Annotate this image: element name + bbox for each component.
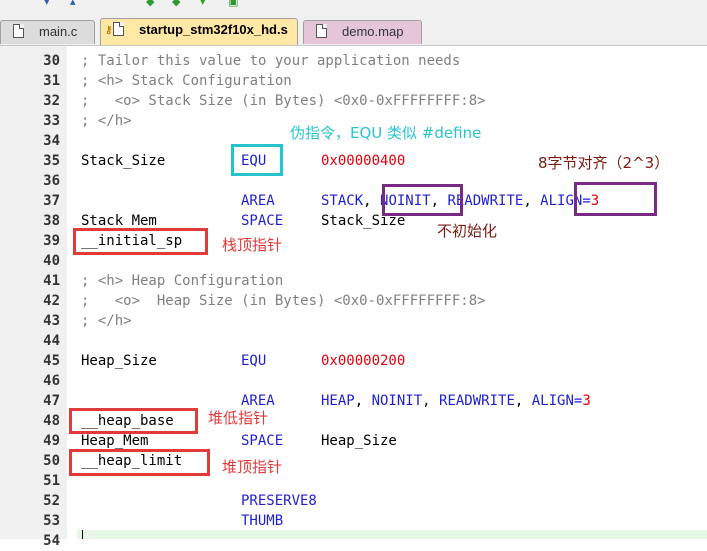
line-number: 50 [43,453,60,469]
heap-base-annotation: 堆低指针 [208,409,269,427]
line-number: 35 [43,153,60,169]
code-comment: ; <h> Heap Configuration [81,273,284,289]
heap-limit-annotation: 堆顶指针 [222,458,283,476]
line-number: 33 [43,113,60,129]
line-number: 49 [43,433,60,449]
file-icon [113,22,124,36]
line-number: 38 [43,213,60,229]
line-number: 46 [43,373,60,389]
code-label: Heap_Size [81,353,157,369]
tab-demo-map[interactable]: demo.map [303,20,422,44]
initial-sp-highlight-box [73,228,208,255]
line-number: 34 [43,133,60,149]
noinit-highlight-box [382,184,463,216]
line-number: 43 [43,313,60,329]
line-number: 52 [43,493,60,509]
line-number: 31 [43,73,60,89]
toolbar-icon-a[interactable]: ▾ [44,0,50,8]
line-number: 47 [43,393,60,409]
line-number: 48 [43,413,60,429]
line-number: 40 [43,253,60,269]
initial-sp-annotation: 栈顶指针 [222,236,283,254]
code-comment: ; </h> [81,313,132,329]
code-comment: ; <h> Stack Configuration [81,73,292,89]
code-operand: Heap_Size [321,433,397,449]
code-label: Stack_Size [81,153,166,169]
noinit-annotation: 不初始化 [437,222,498,240]
line-number: 37 [43,193,60,209]
line-number: 36 [43,173,60,189]
heap-base-highlight-box [69,408,198,434]
equ-annotation: 伪指令，EQU 类似 #define [290,124,482,142]
code-operand: HEAP, NOINIT, READWRITE, ALIGN=3 [321,393,591,409]
line-number: 39 [43,233,60,249]
line-number: 53 [43,513,60,529]
tab-main-c[interactable]: main.c [0,20,95,44]
code-directive: AREA [241,193,275,209]
line-number: 51 [43,473,60,489]
tab-startup-file[interactable]: ⚷ startup_stm32f10x_hd.s [100,18,298,45]
toolbar-icon-c[interactable]: ◆ [146,0,154,8]
code-operand: 0x00000400 [321,153,406,169]
code-directive: EQU [241,353,267,369]
code-comment: ; <o> Stack Size (in Bytes) <0x0-0xFFFFF… [81,93,486,109]
tab-label: demo.map [342,24,404,39]
line-number: 54 [43,533,60,549]
line-number: 44 [43,333,60,349]
toolbar-icon-e[interactable]: ▾ [200,0,206,8]
code-comment: ; Tailor this value to your application … [81,53,461,69]
align-highlight-box [574,182,657,216]
heap-limit-highlight-box [69,449,210,476]
code-directive: PRESERVE8 [241,493,317,509]
tab-label: main.c [39,24,78,39]
align-annotation: 8字节对齐（2^3） [538,154,670,172]
code-label: Heap_Mem [81,433,149,449]
key-icon: ⚷ [105,25,113,36]
file-icon [13,24,24,38]
code-comment: ; </h> [81,113,132,129]
code-comment: ; <o> Heap Size (in Bytes) <0x0-0xFFFFFF… [81,293,486,309]
code-operand: 0x00000200 [321,353,406,369]
line-number: 32 [43,93,60,109]
toolbar-icon-d[interactable]: ◆ [172,0,180,8]
code-directive: THUMB [241,513,284,529]
line-number-gutter: 30 31 32 33 34 35 36 37 38 39 40 41 42 43 44 45 46 47 48 49… [0,46,68,549]
current-line-highlight [77,530,707,539]
text-caret [82,530,83,539]
file-icon [316,24,327,38]
line-number: 30 [43,53,60,69]
tab-label: startup_stm32f10x_hd.s [139,22,288,37]
line-number: 42 [43,293,60,309]
toolbar: ▾ ▴ ◆ ◆ ▾ ▣ [0,0,707,15]
line-number: 45 [43,353,60,369]
code-directive: SPACE [241,433,284,449]
toolbar-icon-f[interactable]: ▣ [228,0,238,8]
equ-highlight-box [231,144,283,176]
line-number: 41 [43,273,60,289]
code-directive: AREA [241,393,275,409]
tab-bar: main.c ⚷ startup_stm32f10x_hd.s demo.map [0,14,707,46]
toolbar-icon-b[interactable]: ▴ [70,0,76,8]
code-directive: SPACE [241,213,284,229]
